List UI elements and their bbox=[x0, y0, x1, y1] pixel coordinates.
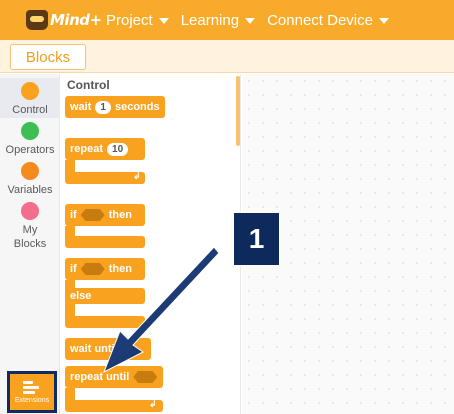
chevron-down-icon bbox=[245, 18, 256, 24]
chevron-down-icon bbox=[158, 18, 169, 24]
block-repeat-until[interactable]: repeat until bbox=[65, 366, 163, 388]
menu-learning-label: Learning bbox=[180, 11, 240, 29]
menu-connect-device[interactable]: Connect Device bbox=[267, 12, 389, 29]
category-control[interactable]: Control bbox=[0, 78, 60, 118]
extensions-label: Extensions bbox=[14, 397, 50, 404]
block-wait-until[interactable]: wait until bbox=[65, 338, 151, 360]
category-operators-label: Operators bbox=[5, 144, 55, 156]
control-dot-icon bbox=[21, 82, 39, 100]
menu-project[interactable]: Project bbox=[106, 12, 169, 29]
block-if-else-condition-slot bbox=[80, 263, 105, 275]
block-if-condition-slot bbox=[80, 209, 105, 221]
category-my-blocks[interactable]: My Blocks bbox=[0, 202, 60, 250]
block-if-then[interactable]: if then bbox=[65, 204, 145, 226]
block-else-row: else bbox=[65, 288, 145, 304]
block-if-text: if bbox=[70, 209, 77, 221]
category-control-label: Control bbox=[12, 104, 48, 116]
tab-strip: Blocks bbox=[0, 40, 454, 73]
block-wait-until-text: wait until bbox=[70, 343, 118, 355]
step-badge: 1 bbox=[233, 212, 280, 266]
block-wait-text: wait bbox=[70, 101, 92, 113]
block-else-text: else bbox=[70, 290, 92, 302]
block-wait-input[interactable]: 1 bbox=[95, 100, 111, 114]
category-variables[interactable]: Variables bbox=[0, 162, 60, 200]
block-palette: Control wait 1 seconds repeat 10 ↲ if th… bbox=[61, 74, 241, 414]
menu-bar: Mind+ Project Learning Connect Device bbox=[0, 0, 454, 40]
loop-arrow-icon: ↲ bbox=[133, 171, 141, 181]
block-repeat-until-text: repeat until bbox=[70, 371, 130, 383]
category-operators[interactable]: Operators bbox=[0, 120, 60, 158]
operators-dot-icon bbox=[21, 122, 39, 140]
block-if-then-foot bbox=[65, 236, 145, 248]
menu-learning[interactable]: Learning bbox=[180, 11, 256, 29]
mascot-icon bbox=[26, 10, 48, 30]
block-wait-until-slot bbox=[121, 343, 136, 355]
block-repeat-until-slot bbox=[133, 371, 158, 383]
block-then-text: then bbox=[108, 209, 132, 221]
block-wait-suffix: seconds bbox=[114, 101, 160, 113]
extensions-icon bbox=[23, 380, 41, 394]
block-repeat-input[interactable]: 10 bbox=[107, 142, 129, 156]
block-repeat-text: repeat bbox=[70, 143, 104, 155]
mindplus-window: Mind+ Project Learning Connect Device Bl… bbox=[0, 0, 454, 414]
palette-scrollbar[interactable] bbox=[236, 76, 240, 146]
block-if-else-if-text: if bbox=[70, 263, 77, 275]
palette-title: Control bbox=[67, 78, 110, 92]
logo-text: Mind+ bbox=[50, 11, 102, 29]
my-blocks-dot-icon bbox=[21, 202, 39, 220]
block-if-else-foot bbox=[65, 316, 145, 328]
chevron-down-icon bbox=[378, 18, 389, 24]
extensions-button[interactable]: Extensions bbox=[7, 371, 57, 413]
tab-blocks[interactable]: Blocks bbox=[10, 44, 86, 70]
block-wait-seconds[interactable]: wait 1 seconds bbox=[65, 96, 165, 118]
block-if-else[interactable]: if then bbox=[65, 258, 145, 280]
app-logo[interactable]: Mind+ bbox=[26, 5, 106, 35]
category-sidebar: Control Operators Variables My Blocks bbox=[0, 74, 60, 414]
block-repeat[interactable]: repeat 10 bbox=[65, 138, 145, 160]
menu-connect-device-label: Connect Device bbox=[267, 11, 373, 29]
loop-arrow-icon: ↲ bbox=[149, 399, 157, 409]
block-if-else-then-text: then bbox=[108, 263, 132, 275]
menu-project-label: Project bbox=[106, 11, 153, 29]
category-variables-label: Variables bbox=[7, 184, 53, 196]
variables-dot-icon bbox=[21, 162, 39, 180]
category-my-blocks-label: My Blocks bbox=[13, 224, 47, 250]
